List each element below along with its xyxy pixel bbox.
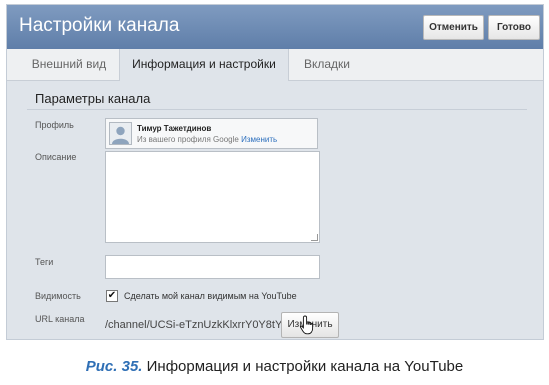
- profile-name: Тимур Тажетдинов: [137, 124, 212, 133]
- channel-url: /channel/UCSi-eTznUzkKlxrrY0Y8tYQ: [105, 319, 291, 331]
- tab-bar: Внешний вид Информация и настройки Вклад…: [7, 49, 543, 81]
- visibility-checkbox[interactable]: ✔: [106, 290, 118, 302]
- channel-settings-window: Настройки канала Отменить Готово Внешний…: [6, 4, 544, 340]
- description-label: Описание: [35, 152, 77, 162]
- visibility-checkbox-label[interactable]: Сделать мой канал видимым на YouTube: [124, 291, 297, 301]
- section-divider: [27, 109, 527, 110]
- tab-tabs[interactable]: Вкладки: [297, 49, 357, 80]
- checkmark-icon: ✔: [107, 290, 117, 301]
- tab-appearance[interactable]: Внешний вид: [19, 49, 119, 80]
- url-label: URL канала: [35, 314, 85, 324]
- figure-number: Рис. 35.: [85, 358, 143, 375]
- profile-change-link[interactable]: Изменить: [241, 135, 277, 144]
- title-bar: Настройки канала Отменить Готово: [7, 5, 543, 49]
- visibility-label: Видимость: [35, 291, 81, 301]
- done-button[interactable]: Готово: [488, 15, 540, 40]
- description-textarea[interactable]: [105, 151, 320, 243]
- figure-caption-text: Информация и настройки канала на YouTube: [146, 358, 464, 375]
- hand-pointer-icon: [300, 315, 314, 335]
- tags-label: Теги: [35, 257, 54, 267]
- profile-source: Из вашего профиля Google Изменить: [137, 135, 277, 144]
- profile-source-text: Из вашего профиля Google: [137, 135, 239, 144]
- cancel-button[interactable]: Отменить: [423, 15, 484, 40]
- tags-input[interactable]: [105, 255, 320, 279]
- user-silhouette-icon: [109, 122, 132, 145]
- tab-info-settings[interactable]: Информация и настройки: [119, 49, 289, 81]
- profile-label: Профиль: [35, 120, 74, 130]
- section-title: Параметры канала: [35, 91, 151, 106]
- figure-caption: Рис. 35. Информация и настройки канала н…: [0, 358, 549, 375]
- window-title: Настройки канала: [19, 15, 180, 36]
- profile-card: Тимур Тажетдинов Из вашего профиля Googl…: [105, 118, 318, 149]
